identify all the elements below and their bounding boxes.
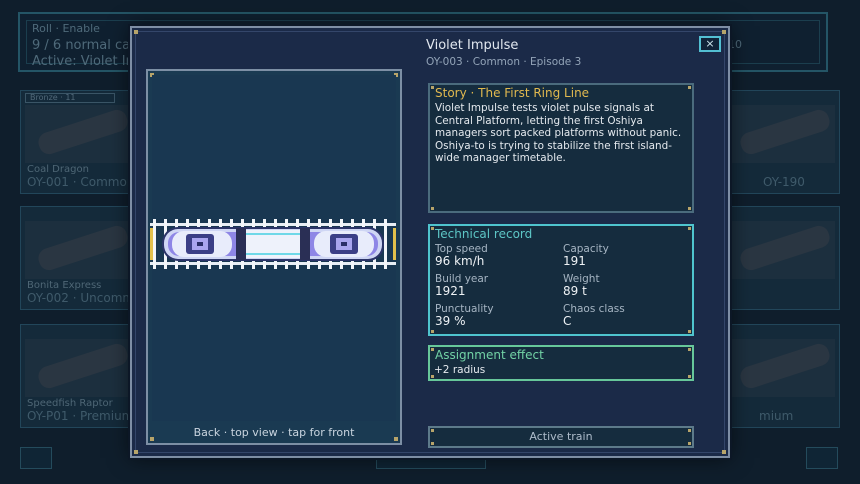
background-train-card xyxy=(722,206,840,310)
assignment-effect-text: +2 radius xyxy=(434,364,486,376)
background-card-name: Bonita Express xyxy=(27,280,102,291)
technical-record-card: Technical record Top speed 96 km/h Capac… xyxy=(428,224,694,336)
stat-value: 191 xyxy=(563,254,586,268)
stat-label: Chaos class xyxy=(563,303,625,315)
stat-capacity: Capacity 191 xyxy=(563,243,609,267)
stat-punctuality: Punctuality 39 % xyxy=(435,303,494,327)
background-card-code: OY-001 · Common xyxy=(27,175,135,189)
background-train-card: Speedfish Raptor OY-P01 · Premium xyxy=(20,324,138,428)
story-card: Story · The First Ring Line Violet Impul… xyxy=(428,83,694,213)
background-card-code: OY-190 xyxy=(763,175,805,189)
stat-value: 1921 xyxy=(435,284,466,298)
train-meta-subtitle: OY-003 · Common · Episode 3 xyxy=(426,56,582,68)
stat-value: 89 t xyxy=(563,284,587,298)
stat-value: 96 km/h xyxy=(435,254,485,268)
background-card-code: mium xyxy=(759,409,794,423)
stat-top-speed: Top speed 96 km/h xyxy=(435,243,488,267)
active-train-label: Active train xyxy=(529,430,593,443)
train-name-title: Violet Impulse xyxy=(426,38,519,53)
story-title: Story · The First Ring Line xyxy=(435,86,590,100)
background-prev-button xyxy=(20,447,52,469)
stat-weight: Weight 89 t xyxy=(563,273,600,297)
stat-chaos-class: Chaos class C xyxy=(563,303,625,327)
background-train-card: mium xyxy=(722,324,840,428)
assignment-effect-title: Assignment effect xyxy=(435,348,544,362)
story-text: Violet Impulse tests violet pulse signal… xyxy=(435,102,682,164)
background-count: 10 xyxy=(728,38,742,51)
stat-value: C xyxy=(563,314,572,328)
background-next-button xyxy=(806,447,838,469)
train-detail-modal: Violet Impulse OY-003 · Common · Episode… xyxy=(130,26,730,458)
assignment-effect-card: Assignment effect +2 radius xyxy=(428,345,694,381)
train-preview-pane[interactable]: Back · top view · tap for front xyxy=(146,69,402,445)
background-card-tag: Bronze · 11 xyxy=(25,93,115,103)
background-card-name: Speedfish Raptor xyxy=(27,398,113,409)
technical-record-title: Technical record xyxy=(435,227,533,241)
background-train-card: Bonita Express OY-002 · Uncommon xyxy=(20,206,149,310)
background-train-card: Bronze · 11 Coal Dragon OY-001 · Common xyxy=(20,90,138,194)
close-button[interactable]: × xyxy=(699,36,721,52)
background-train-card: OY-190 xyxy=(722,90,840,194)
train-top-view-image xyxy=(150,219,396,269)
background-card-code: OY-P01 · Premium xyxy=(27,409,134,423)
stat-value: 39 % xyxy=(435,314,466,328)
background-top-label: Roll · Enable xyxy=(32,22,100,35)
background-card-name: Coal Dragon xyxy=(27,164,89,175)
stat-build-year: Build year 1921 xyxy=(435,273,488,297)
active-train-button[interactable]: Active train xyxy=(428,426,694,448)
preview-caption: Back · top view · tap for front xyxy=(193,426,355,439)
